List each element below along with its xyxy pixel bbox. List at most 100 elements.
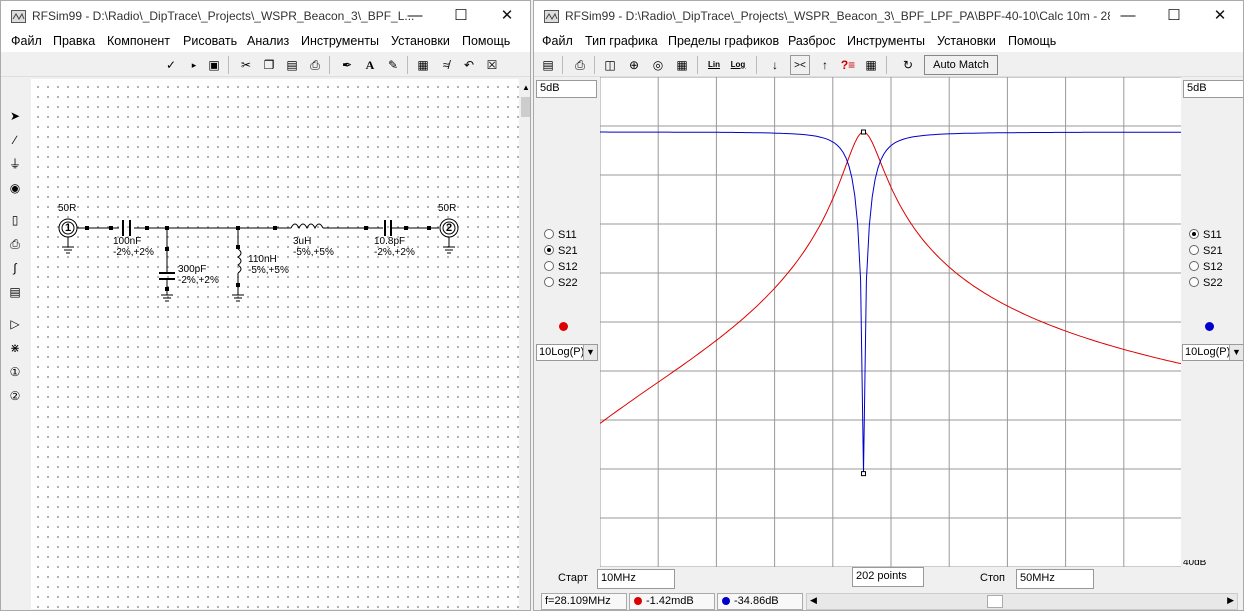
- minimize-button[interactable]: —: [392, 1, 438, 32]
- wire-tool-icon[interactable]: ∕: [7, 131, 23, 149]
- minimize-button[interactable]: —: [1105, 1, 1151, 32]
- l1-tolerance: -5%,+5%: [248, 265, 289, 276]
- refresh-icon[interactable]: ↻: [898, 55, 918, 75]
- menu-settings[interactable]: Установки: [937, 34, 996, 48]
- zoom-in-icon[interactable]: ><: [790, 55, 810, 75]
- save-icon[interactable]: ▣: [204, 55, 224, 75]
- c2-value: 300pF: [178, 264, 207, 275]
- table-icon[interactable]: ▦: [672, 55, 692, 75]
- c2-tolerance: -2%,+2%: [178, 275, 219, 286]
- points-input[interactable]: 202 points: [852, 567, 924, 587]
- rect-plot-icon[interactable]: ◫: [600, 55, 620, 75]
- left-radio-s21[interactable]: S21: [544, 245, 578, 257]
- smith-chart-icon[interactable]: ⊕: [624, 55, 644, 75]
- menu-tools[interactable]: Инструменты: [301, 34, 379, 48]
- close-button[interactable]: ✕: [484, 1, 530, 32]
- start-frequency-input[interactable]: 10MHz: [597, 569, 675, 589]
- lin-scale-icon[interactable]: Lin: [704, 55, 724, 75]
- auto-match-button[interactable]: Auto Match: [924, 55, 998, 75]
- left-radio-s22[interactable]: S22: [544, 277, 578, 289]
- calculator-icon[interactable]: ▦: [413, 55, 433, 75]
- port2-tool-icon[interactable]: ②: [7, 387, 23, 405]
- frequency-scrollbar[interactable]: ◀ ▶: [806, 593, 1238, 610]
- menu-file[interactable]: Файл: [542, 34, 573, 48]
- menu-component[interactable]: Компонент: [107, 34, 170, 48]
- component-tune-icon[interactable]: ▦: [861, 55, 881, 75]
- menu-graph-limits[interactable]: Пределы графиков: [668, 34, 779, 48]
- inductor-tool-icon[interactable]: ∫: [7, 259, 23, 277]
- title-bar[interactable]: RFSim99 - D:\Radio\_DipTrace\_Projects\_…: [1, 1, 530, 32]
- transformer-tool-icon[interactable]: ▤: [7, 283, 23, 301]
- port-tool-icon[interactable]: ◉: [7, 179, 23, 197]
- probe-icon[interactable]: ✒: [337, 55, 357, 75]
- coil-icon[interactable]: ↶: [459, 55, 479, 75]
- window-title: RFSim99 - D:\Radio\_DipTrace\_Projects\_…: [565, 9, 1110, 23]
- copy-icon[interactable]: ❐: [259, 55, 279, 75]
- left-scale-field[interactable]: 5dB: [536, 80, 597, 98]
- menu-graph-type[interactable]: Тип графика: [585, 34, 658, 48]
- menu-draw[interactable]: Рисовать: [183, 34, 237, 48]
- scroll-thumb[interactable]: [521, 97, 530, 117]
- chevron-down-icon: ▼: [583, 345, 597, 360]
- maximize-button[interactable]: ☐: [1151, 1, 1197, 32]
- stop-frequency-input[interactable]: 50MHz: [1016, 569, 1094, 589]
- schematic-canvas[interactable]: 50R 1 50R 2 100nF -2%,+2% 300pF -2%,+2% …: [31, 79, 519, 609]
- crystal-tool-icon[interactable]: ⋇: [7, 339, 23, 357]
- scroll-left-icon[interactable]: ◀: [810, 595, 817, 606]
- polar-icon[interactable]: ◎: [648, 55, 668, 75]
- toolbar-arrow-icon[interactable]: ▸: [184, 55, 204, 75]
- scroll-right-icon[interactable]: ▶: [1227, 595, 1234, 606]
- menu-edit[interactable]: Правка: [53, 34, 95, 48]
- maximize-button[interactable]: ☐: [438, 1, 484, 32]
- ground-tool-icon[interactable]: ⏚: [7, 155, 23, 173]
- menu-help[interactable]: Помощь: [1008, 34, 1056, 48]
- zoom-icon[interactable]: ☒: [482, 55, 502, 75]
- right-radio-s22[interactable]: S22: [1189, 277, 1223, 289]
- amplifier-tool-icon[interactable]: ▷: [7, 315, 23, 333]
- help-icon[interactable]: ?≡: [838, 55, 858, 75]
- tool-icon[interactable]: ≉: [436, 55, 456, 75]
- text-tool-icon[interactable]: A: [360, 55, 380, 75]
- right-radio-s11[interactable]: S11: [1189, 229, 1222, 241]
- port1-tool-icon[interactable]: ①: [7, 363, 23, 381]
- menu-spread[interactable]: Разброс: [788, 34, 836, 48]
- cursor-tool-icon[interactable]: ✓: [161, 55, 181, 75]
- menu-file[interactable]: Файл: [11, 34, 42, 48]
- right-mode-select[interactable]: 10Log(P) ▼: [1182, 344, 1243, 361]
- right-radio-s12[interactable]: S12: [1189, 261, 1223, 273]
- pen-icon[interactable]: ✎: [383, 55, 403, 75]
- app-icon: [544, 10, 559, 23]
- right-trace-panel: 5dB S11 S21 S12 S22 10Log(P) ▼ 40dB: [1181, 77, 1243, 567]
- print-icon[interactable]: ⎙: [305, 55, 325, 75]
- red-trace-color-icon[interactable]: [559, 322, 568, 331]
- left-radio-s11[interactable]: S11: [544, 229, 577, 241]
- left-mode-select[interactable]: 10Log(P) ▼: [536, 344, 598, 361]
- blue-trace-color-icon[interactable]: [1205, 322, 1214, 331]
- arrow-down-icon[interactable]: ↓: [765, 55, 785, 75]
- plot-area[interactable]: [599, 76, 1183, 568]
- vertical-scrollbar[interactable]: ▲: [520, 79, 530, 609]
- scroll-up-icon[interactable]: ▲: [522, 83, 530, 92]
- title-bar[interactable]: RFSim99 - D:\Radio\_DipTrace\_Projects\_…: [534, 1, 1243, 32]
- close-button[interactable]: ✕: [1197, 1, 1243, 32]
- left-radio-s12[interactable]: S12: [544, 261, 578, 273]
- export-icon[interactable]: ▤: [538, 55, 558, 75]
- separator: [697, 56, 698, 74]
- menu-analysis[interactable]: Анализ: [247, 34, 289, 48]
- log-scale-icon[interactable]: Log: [728, 55, 748, 75]
- paste-icon[interactable]: ▤: [282, 55, 302, 75]
- capacitor-tool-icon[interactable]: ⎙: [7, 235, 23, 253]
- arrow-up-icon[interactable]: ↑: [815, 55, 835, 75]
- menu-settings[interactable]: Установки: [391, 34, 450, 48]
- print-icon[interactable]: ⎙: [570, 55, 590, 75]
- menu-help[interactable]: Помощь: [462, 34, 510, 48]
- pointer-tool-icon[interactable]: ➤: [7, 107, 23, 125]
- right-radio-s21[interactable]: S21: [1189, 245, 1223, 257]
- resistor-tool-icon[interactable]: ▯: [7, 211, 23, 229]
- s-parameter-chart: [599, 76, 1183, 568]
- cut-icon[interactable]: ✂: [236, 55, 256, 75]
- menu-tools[interactable]: Инструменты: [847, 34, 925, 48]
- right-scale-field[interactable]: 5dB: [1183, 80, 1243, 98]
- c3-value: 10.8pF: [374, 236, 406, 247]
- scroll-thumb[interactable]: [987, 595, 1003, 608]
